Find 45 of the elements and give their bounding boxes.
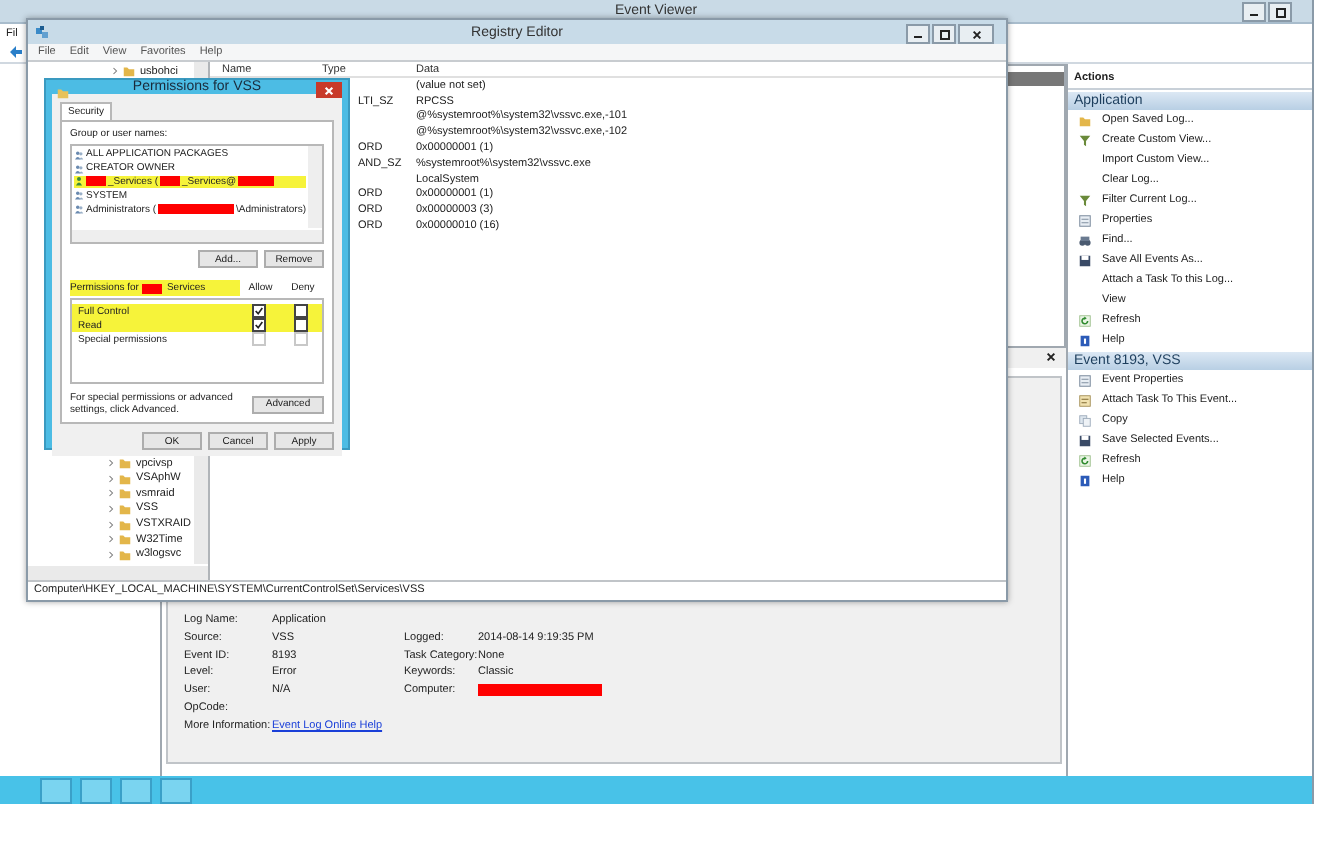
redaction-mark bbox=[86, 176, 106, 187]
back-arrow-icon[interactable] bbox=[8, 44, 24, 60]
help-book-icon bbox=[1078, 473, 1092, 487]
redaction-mark bbox=[158, 204, 234, 215]
users-icon bbox=[74, 163, 84, 174]
task-icon bbox=[1078, 393, 1092, 407]
user-icon bbox=[74, 176, 84, 187]
help-book-icon bbox=[1078, 333, 1092, 347]
minimize-icon bbox=[1250, 14, 1258, 16]
folder-icon bbox=[56, 86, 70, 100]
scrollbar[interactable] bbox=[28, 566, 208, 580]
scrollbar[interactable] bbox=[308, 146, 322, 228]
redaction-mark bbox=[160, 176, 181, 187]
registry-icon bbox=[34, 24, 50, 40]
refresh-icon bbox=[1078, 453, 1092, 467]
properties-icon bbox=[1078, 213, 1092, 227]
checkbox[interactable] bbox=[294, 318, 309, 332]
minimize-button[interactable] bbox=[906, 24, 930, 44]
restore-button[interactable] bbox=[932, 24, 956, 44]
refresh-icon bbox=[1078, 313, 1092, 327]
properties-icon bbox=[1078, 373, 1092, 387]
restore-icon bbox=[1275, 7, 1285, 17]
users-icon bbox=[74, 149, 84, 160]
close-icon[interactable] bbox=[1046, 352, 1058, 364]
restore-icon bbox=[939, 29, 949, 39]
users-icon bbox=[74, 190, 84, 201]
copy-icon bbox=[1078, 413, 1092, 427]
close-button[interactable] bbox=[316, 82, 342, 98]
minimize-button[interactable] bbox=[1242, 2, 1266, 22]
funnel-icon bbox=[1078, 193, 1092, 207]
scrollbar[interactable] bbox=[72, 230, 322, 242]
checkbox[interactable] bbox=[252, 318, 267, 332]
restore-button[interactable] bbox=[1268, 2, 1292, 22]
redaction-mark bbox=[142, 283, 163, 293]
funnel-icon bbox=[1078, 133, 1092, 147]
users-icon bbox=[74, 204, 84, 215]
close-button[interactable] bbox=[958, 24, 994, 44]
checkbox[interactable] bbox=[294, 304, 309, 318]
redaction-mark bbox=[238, 176, 275, 187]
binoculars-icon bbox=[1078, 233, 1092, 247]
close-icon bbox=[324, 85, 334, 95]
folder-icon bbox=[122, 64, 136, 79]
minimize-icon bbox=[914, 36, 922, 38]
checkbox[interactable] bbox=[252, 304, 267, 318]
close-icon bbox=[971, 29, 981, 39]
